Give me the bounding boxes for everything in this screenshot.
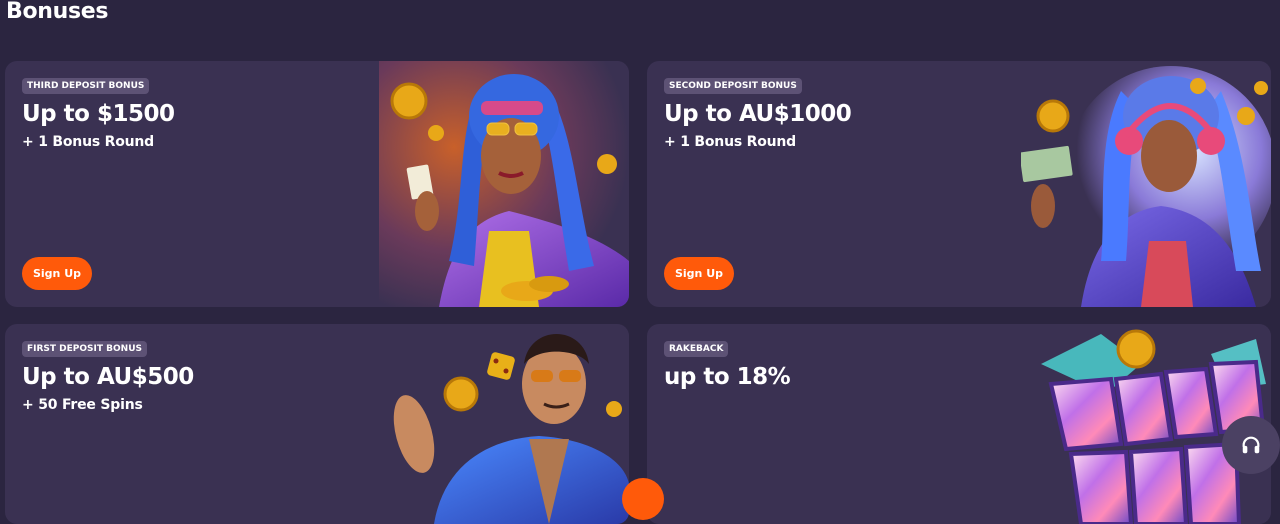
page-title: Bonuses — [6, 0, 109, 24]
bonus-badge: RAKEBACK — [664, 341, 729, 357]
bonus-amount: Up to AU$500 — [22, 364, 194, 390]
bonus-extra: + 50 Free Spins — [22, 397, 143, 413]
bonus-extra: + 1 Bonus Round — [664, 134, 797, 150]
headphones-icon — [1242, 436, 1260, 454]
sign-up-button[interactable]: Sign Up — [664, 257, 734, 290]
scroll-indicator[interactable] — [622, 478, 664, 520]
bonus-illustration-woman-dreadlocks — [379, 61, 629, 307]
bonus-illustration-man-sunglasses — [379, 324, 629, 524]
bonus-illustration-woman-headphones — [1021, 61, 1271, 307]
bonus-badge: THIRD DEPOSIT BONUS — [22, 78, 150, 94]
bonus-amount: Up to AU$1000 — [664, 101, 852, 127]
sign-up-button[interactable]: Sign Up — [22, 257, 92, 290]
bonus-card-first-deposit[interactable]: FIRST DEPOSIT BONUS Up to AU$500 + 50 Fr… — [5, 324, 629, 524]
bonus-badge: FIRST DEPOSIT BONUS — [22, 341, 147, 357]
bonus-amount: up to 18% — [664, 364, 791, 390]
bonus-card-rakeback[interactable]: RAKEBACK up to 18% — [647, 324, 1271, 524]
bonus-badge: SECOND DEPOSIT BONUS — [664, 78, 802, 94]
bonus-card-second-deposit[interactable]: SECOND DEPOSIT BONUS Up to AU$1000 + 1 B… — [647, 61, 1271, 307]
support-chat-button[interactable] — [1222, 416, 1280, 474]
bonus-amount: Up to $1500 — [22, 101, 175, 127]
bonus-card-third-deposit[interactable]: THIRD DEPOSIT BONUS Up to $1500 + 1 Bonu… — [5, 61, 629, 307]
bonus-extra: + 1 Bonus Round — [22, 134, 155, 150]
